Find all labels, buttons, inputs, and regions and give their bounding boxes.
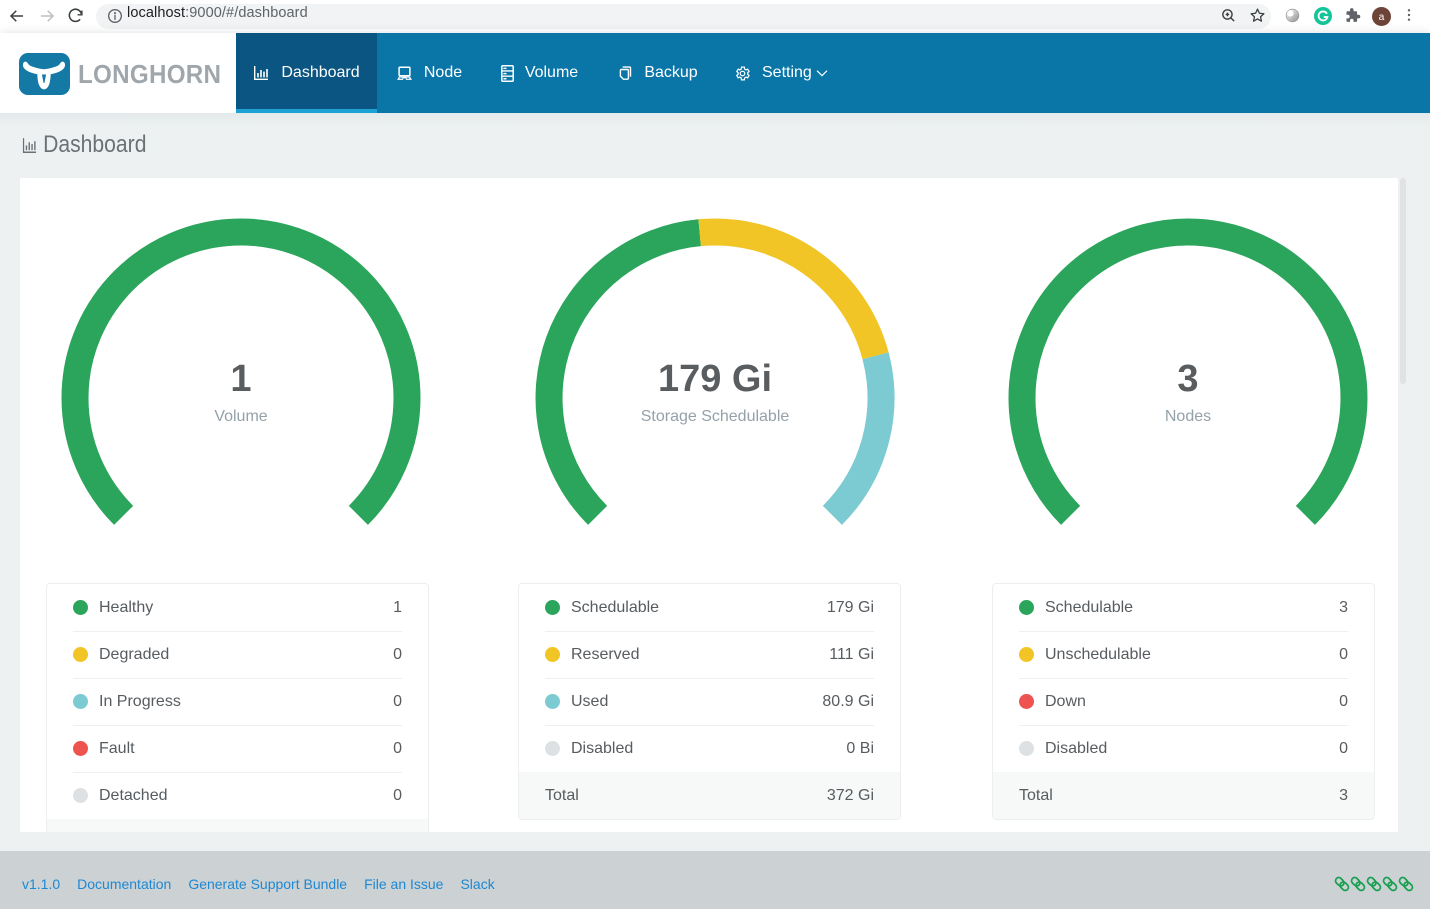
svg-text:a: a <box>1379 12 1385 23</box>
